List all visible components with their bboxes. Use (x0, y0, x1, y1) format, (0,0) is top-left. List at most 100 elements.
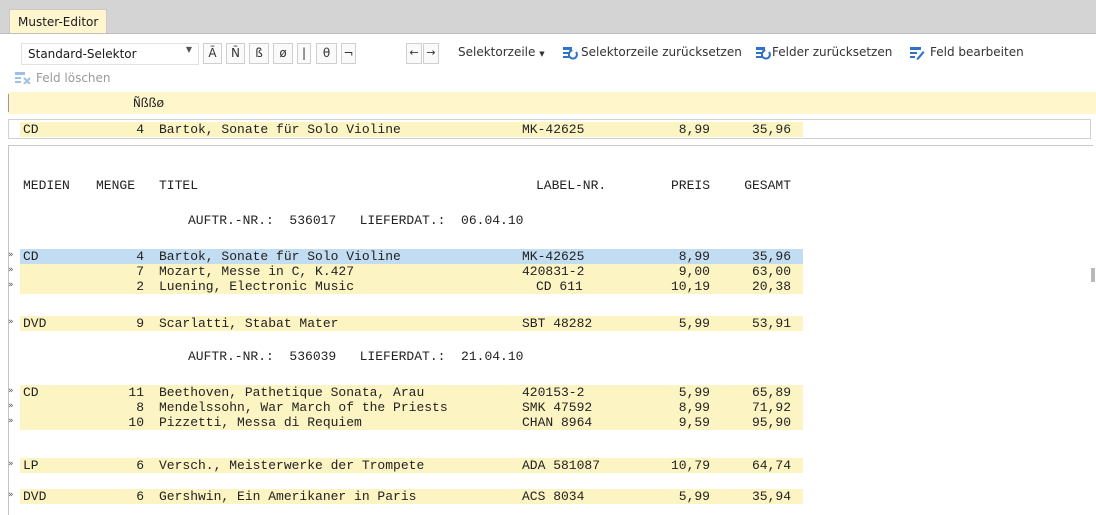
sample-price: 8,99 (678, 122, 710, 137)
row-price[interactable]: 10,79 (650, 458, 710, 473)
row-price[interactable]: 5,99 (650, 385, 710, 400)
row-marker: » (8, 250, 14, 260)
editor-area[interactable]: Ñßßø CD 4 Bartok, Sonate für Solo Violin… (0, 92, 1096, 515)
row-label[interactable]: CHAN 8964 (522, 415, 592, 430)
row-title[interactable]: Versch., Meisterwerke der Trompete (159, 458, 424, 473)
row-marker: » (8, 401, 14, 411)
row-total[interactable]: 35,96 (720, 249, 791, 264)
scrollbar-thumb[interactable] (1091, 268, 1095, 282)
sample-qty: 4 (136, 122, 144, 137)
move-right-button[interactable]: → (423, 43, 439, 64)
row-price[interactable]: 9,00 (650, 264, 710, 279)
row-label[interactable]: SBT 48282 (522, 316, 592, 331)
row-label[interactable]: CD 611 (536, 279, 583, 294)
row-label[interactable]: ADA 581087 (522, 458, 600, 473)
row-qty[interactable]: 7 (112, 264, 144, 279)
chevron-down-icon: ▼ (185, 45, 192, 54)
divider (8, 145, 1093, 146)
row-marker: » (8, 265, 14, 275)
row-marker: » (8, 459, 14, 469)
col-header-label: LABEL-NR. (536, 178, 607, 193)
row-total[interactable]: 64,74 (720, 458, 791, 473)
row-total[interactable]: 20,38 (720, 279, 791, 294)
selector-dropdown[interactable]: Standard-Selektor ▼ (21, 43, 199, 65)
row-marker: » (8, 490, 14, 500)
row-total[interactable]: 35,94 (720, 489, 791, 504)
edit-field-icon (910, 47, 925, 60)
move-left-button[interactable]: ← (406, 43, 422, 64)
char-button-o-slash[interactable]: ø (273, 43, 293, 64)
reset-fields-button[interactable]: Felder zurücksetzen (772, 45, 892, 59)
row-title[interactable]: Beethoven, Pathetique Sonata, Arau (159, 385, 424, 400)
sample-title: Bartok, Sonate für Solo Violine (159, 122, 401, 137)
caret (8, 94, 9, 112)
row-medium[interactable]: DVD (23, 316, 46, 331)
row-qty[interactable]: 6 (112, 458, 144, 473)
char-button-eszett[interactable]: ß (249, 43, 269, 64)
row-medium[interactable]: LP (23, 458, 39, 473)
row-medium[interactable]: DVD (23, 489, 46, 504)
col-header-gesamt: GESAMT (744, 178, 791, 193)
delete-field-button[interactable]: Feld löschen (15, 71, 111, 85)
row-total[interactable]: 71,92 (720, 400, 791, 415)
char-button-n-tilde[interactable]: Ñ (226, 43, 245, 64)
order-line: AUFTR.-NR.: 536039 LIEFERDAT.: 21.04.10 (188, 349, 524, 364)
row-total[interactable]: 95,90 (720, 415, 791, 430)
row-price[interactable]: 9,59 (650, 415, 710, 430)
row-title[interactable]: Gershwin, Ein Amerikaner in Paris (159, 489, 416, 504)
row-price[interactable]: 5,99 (650, 489, 710, 504)
sample-total: 35,96 (751, 122, 791, 137)
row-price[interactable]: 8,99 (650, 249, 710, 264)
row-label[interactable]: 420153-2 (522, 385, 584, 400)
chevron-down-icon: ▼ (539, 50, 545, 58)
char-button-a-tilde[interactable]: Ã (203, 43, 222, 64)
sample-medium: CD (23, 122, 39, 137)
row-price[interactable]: 5,99 (650, 316, 710, 331)
row-label[interactable]: MK-42625 (522, 249, 584, 264)
tab-bar: Muster-Editor (0, 0, 1096, 33)
row-qty[interactable]: 2 (112, 279, 144, 294)
row-label[interactable]: SMK 47592 (522, 400, 592, 415)
row-price[interactable]: 10,19 (650, 279, 710, 294)
char-button-pipe[interactable]: | (297, 43, 311, 64)
row-title[interactable]: Luening, Electronic Music (159, 279, 354, 294)
row-qty[interactable]: 8 (112, 400, 144, 415)
row-label[interactable]: 420831-2 (522, 264, 584, 279)
reset-fields-icon (756, 47, 771, 60)
row-title[interactable]: Mendelssohn, War March of the Priests (159, 400, 448, 415)
row-medium[interactable]: CD (23, 385, 39, 400)
row-total[interactable]: 53,91 (720, 316, 791, 331)
delete-field-icon (15, 72, 31, 84)
row-label[interactable]: ACS 8034 (522, 489, 584, 504)
char-button-theta[interactable]: θ (316, 43, 337, 64)
edit-field-button[interactable]: Feld bearbeiten (930, 45, 1024, 59)
selector-row[interactable] (8, 92, 1096, 114)
toolbar: Standard-Selektor ▼ Ã Ñ ß ø | θ ¬ ← → Se… (0, 34, 1096, 92)
tab-muster-editor[interactable]: Muster-Editor (9, 9, 108, 33)
row-total[interactable]: 63,00 (720, 264, 791, 279)
sample-label: MK-42625 (522, 122, 585, 137)
row-title[interactable]: Mozart, Messe in C, K.427 (159, 264, 354, 279)
selector-row-label: Selektorzeile (458, 45, 536, 59)
row-title[interactable]: Pizzetti, Messa di Requiem (159, 415, 362, 430)
selector-row-menu[interactable]: Selektorzeile ▼ (458, 45, 545, 59)
reset-selector-row-button[interactable]: Selektorzeile zurücksetzen (581, 45, 742, 59)
char-button-not[interactable]: ¬ (341, 43, 356, 64)
row-qty[interactable]: 9 (112, 316, 144, 331)
col-header-titel: TITEL (159, 178, 199, 193)
row-qty[interactable]: 4 (112, 249, 144, 264)
row-title[interactable]: Bartok, Sonate für Solo Violine (159, 249, 401, 264)
row-total[interactable]: 65,89 (720, 385, 791, 400)
row-marker: » (8, 416, 14, 426)
order-line: AUFTR.-NR.: 536017 LIEFERDAT.: 06.04.10 (188, 213, 524, 228)
row-marker: » (8, 386, 14, 396)
reset-selector-row-icon (563, 47, 578, 60)
row-qty[interactable]: 10 (112, 415, 144, 430)
row-price[interactable]: 8,99 (650, 400, 710, 415)
row-title[interactable]: Scarlatti, Stabat Mater (159, 316, 338, 331)
col-header-preis: PREIS (670, 178, 710, 193)
row-qty[interactable]: 6 (112, 489, 144, 504)
row-qty[interactable]: 11 (112, 385, 144, 400)
row-medium[interactable]: CD (23, 249, 39, 264)
row-marker: » (8, 280, 14, 290)
